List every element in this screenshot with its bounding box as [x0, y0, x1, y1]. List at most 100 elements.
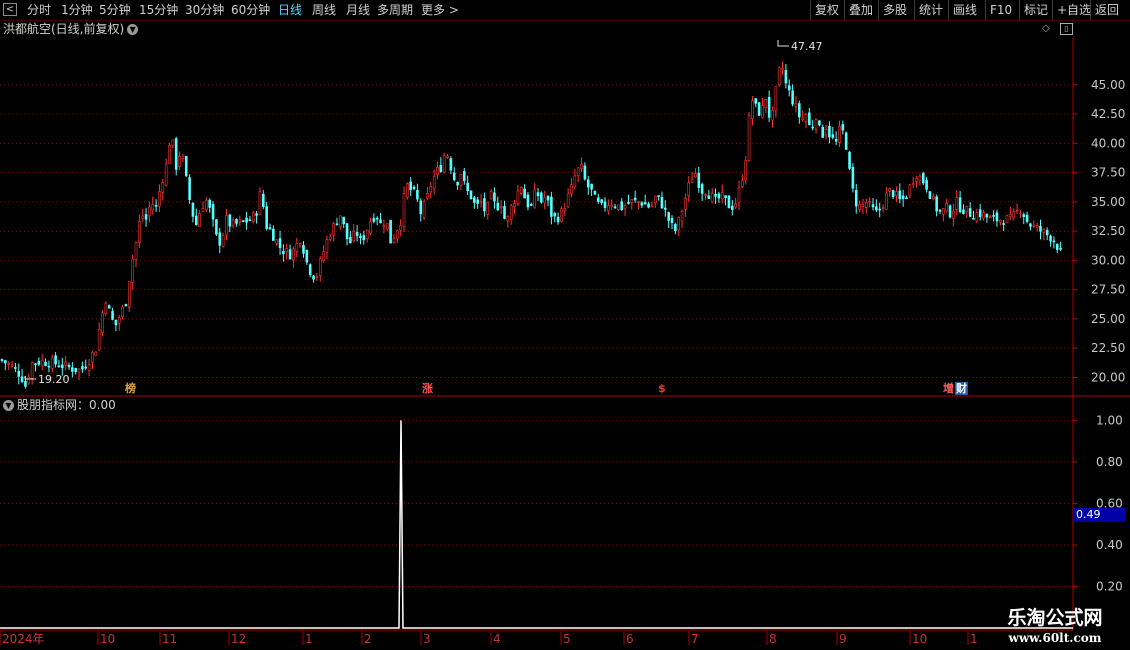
- high-price-label: 47.47: [791, 40, 823, 53]
- candle-body: [915, 177, 918, 182]
- candle-body: [1029, 223, 1032, 227]
- candle-body: [138, 221, 141, 243]
- candle-body: [533, 189, 536, 209]
- candle-body: [794, 103, 798, 107]
- period-tab-0[interactable]: 分时: [27, 0, 51, 20]
- candle-body: [479, 200, 483, 203]
- candle-body: [911, 183, 915, 186]
- candle-body: [91, 352, 94, 363]
- indicator-tick-label: 0.20: [1096, 579, 1123, 593]
- action-button-8[interactable]: 返回: [1095, 0, 1119, 20]
- candle-body: [690, 179, 694, 183]
- candle-body: [945, 203, 949, 212]
- candle-body: [278, 238, 282, 249]
- period-tab-6[interactable]: 日线: [278, 0, 302, 20]
- action-button-3[interactable]: 统计: [919, 0, 943, 20]
- candle-body: [905, 197, 908, 200]
- marker-list[interactable]: 榜: [124, 382, 137, 395]
- marker-rise[interactable]: 涨: [421, 382, 434, 395]
- candle-body: [141, 215, 144, 219]
- indicator-tick-label: 0.80: [1096, 455, 1123, 469]
- candle-body: [962, 209, 965, 214]
- candle-body: [359, 236, 362, 238]
- candle-body: [181, 156, 185, 159]
- action-button-4[interactable]: 画线: [953, 0, 977, 20]
- candle-body: [1015, 210, 1019, 212]
- candle-body: [365, 229, 369, 240]
- marker-dollar[interactable]: $: [657, 382, 667, 395]
- candle-body: [499, 206, 503, 208]
- candle-body: [406, 183, 409, 198]
- candle-body: [312, 275, 315, 280]
- period-tab-1[interactable]: 1分钟: [61, 0, 93, 20]
- action-button-2[interactable]: 多股: [883, 0, 907, 20]
- candle-body: [992, 215, 995, 217]
- low-pointer: [24, 376, 36, 380]
- candle-body: [442, 155, 446, 173]
- action-button-5[interactable]: F10: [990, 0, 1012, 20]
- candle-body: [506, 216, 510, 222]
- candle-body: [339, 215, 342, 227]
- candle-body: [1042, 229, 1046, 233]
- candle-body: [328, 236, 332, 240]
- candle-body: [77, 368, 81, 373]
- candle-body: [483, 198, 486, 212]
- candle-body: [771, 110, 774, 121]
- candle-body: [573, 175, 577, 188]
- action-button-7[interactable]: +自选: [1057, 0, 1091, 20]
- candle-body: [901, 195, 905, 200]
- candle-body: [694, 173, 697, 178]
- panel-toggle-icon[interactable]: ▯: [1060, 23, 1073, 35]
- candle-body: [1055, 243, 1059, 250]
- candle-body: [261, 193, 265, 208]
- period-tab-10[interactable]: 更多 >: [421, 0, 459, 20]
- toolbar-separator: [1052, 0, 1053, 20]
- diamond-icon[interactable]: ◇: [1042, 23, 1050, 35]
- candle-body: [235, 219, 238, 224]
- candle-body: [720, 192, 724, 199]
- candle-body: [40, 359, 44, 366]
- candle-body: [372, 218, 376, 222]
- candle-body: [878, 208, 882, 211]
- period-tab-3[interactable]: 15分钟: [139, 0, 178, 20]
- candle-body: [302, 245, 305, 254]
- period-tab-8[interactable]: 月线: [346, 0, 370, 20]
- candle-body: [17, 370, 21, 377]
- stock-title: 洪都航空(日线,前复权): [3, 22, 125, 36]
- action-button-1[interactable]: 叠加: [849, 0, 873, 20]
- action-button-0[interactable]: 复权: [815, 0, 839, 20]
- candle-body: [255, 213, 258, 216]
- back-icon[interactable]: <: [3, 3, 17, 16]
- marker-increase[interactable]: 增: [942, 382, 955, 395]
- candle-body: [643, 202, 647, 205]
- candle-body: [54, 355, 57, 365]
- candle-body: [168, 145, 171, 165]
- price-chart[interactable]: 45.00 42.50 40.00 37.50 35.00 32.50 30.00 27.50…: [0, 0, 1130, 650]
- period-tab-7[interactable]: 周线: [312, 0, 336, 20]
- action-button-6[interactable]: 标记: [1024, 0, 1048, 20]
- candle-body: [586, 179, 590, 188]
- candle-body: [653, 195, 657, 204]
- candle-body: [674, 224, 677, 232]
- candle-body: [858, 204, 861, 210]
- candle-body: [288, 249, 292, 260]
- chevron-down-icon[interactable]: ▼: [3, 400, 14, 411]
- candle-body: [67, 364, 71, 368]
- marker-finance[interactable]: 财: [955, 382, 968, 395]
- candle-body: [677, 217, 681, 231]
- indicator-line: [0, 420, 1073, 629]
- candle-body: [315, 276, 319, 279]
- y-tick-label: 30.00: [1091, 253, 1125, 267]
- candle-body: [707, 195, 711, 199]
- high-pointer: [777, 40, 789, 47]
- period-tab-9[interactable]: 多周期: [377, 0, 413, 20]
- candle-body: [617, 204, 620, 210]
- chevron-down-icon[interactable]: ▼: [127, 24, 139, 35]
- candle-body: [714, 193, 717, 197]
- candle-body: [925, 180, 928, 190]
- candle-body: [603, 201, 607, 208]
- candle-body: [452, 172, 456, 181]
- period-tab-4[interactable]: 30分钟: [185, 0, 224, 20]
- period-tab-5[interactable]: 60分钟: [231, 0, 270, 20]
- period-tab-2[interactable]: 5分钟: [99, 0, 131, 20]
